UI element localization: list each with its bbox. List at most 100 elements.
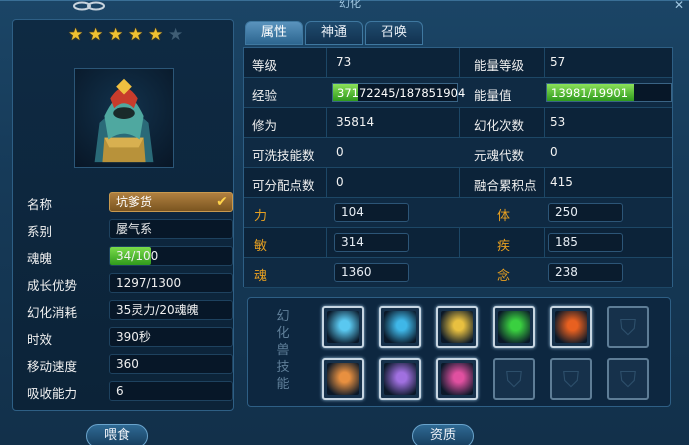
skill-slot[interactable]: ⛉ (607, 306, 649, 348)
stat-label-right: 念 (497, 269, 511, 284)
stat-value: 57 (550, 55, 566, 69)
skill-slot[interactable]: ⛉ (607, 358, 649, 400)
star-filled-icon: ★ (68, 25, 84, 45)
skill-slot[interactable]: ⛉ (550, 358, 592, 400)
skill-slot[interactable] (322, 306, 364, 348)
chain-icon (73, 1, 105, 11)
wind-vortex-icon (327, 311, 359, 343)
stat-label-right: 体 (497, 209, 511, 224)
duration-label: 时效 (27, 332, 53, 347)
window-title: 幻化 (339, 0, 361, 10)
stats-row: 力 体 104 250 (244, 198, 672, 228)
water-swirl-icon (384, 311, 416, 343)
school-label: 系别 (27, 224, 53, 239)
stat-value-box: 185 (548, 233, 623, 252)
speed-value: 360 (109, 354, 233, 374)
stats-row: 敏 疾 314 185 (244, 228, 672, 258)
cost-label: 幻化消耗 (27, 305, 78, 320)
duration-row: 时效 390秒 (25, 327, 233, 347)
purple-mask-icon (384, 363, 416, 395)
skill-slot[interactable] (436, 358, 478, 400)
stats-row: 魂 念 1360 238 (244, 258, 672, 288)
pet-info-panel: ★ ★ ★ ★ ★ ★ 名称 坑爹货 ✔ 系别 屡气系 魂魄 34/100 成长… (12, 19, 234, 411)
name-row: 名称 坑爹货 ✔ (25, 192, 233, 212)
empty-shield-icon: ⛉ (562, 368, 580, 393)
empty-shield-icon: ⛉ (619, 316, 637, 341)
golden-strike-icon (441, 311, 473, 343)
cost-value: 35灵力/20魂魄 (109, 300, 233, 320)
name-field[interactable]: 坑爹货 ✔ (109, 192, 233, 212)
school-value: 屡气系 (109, 219, 233, 239)
soul-value-text: 34/100 (116, 249, 159, 263)
star-filled-icon: ★ (148, 25, 164, 45)
absorb-label: 吸收能力 (27, 386, 78, 401)
pink-flame-icon (441, 363, 473, 395)
skills-title: 幻化兽技能 (276, 309, 290, 392)
skill-slot[interactable] (379, 306, 421, 348)
rune-burst-icon (327, 363, 359, 395)
growth-label: 成长优势 (27, 278, 78, 293)
green-slash-icon (498, 311, 530, 343)
absorb-row: 吸收能力 6 (25, 381, 233, 401)
feed-button[interactable]: 喂食 (86, 424, 148, 445)
tab-abilities[interactable]: 神通 (305, 21, 363, 45)
stat-label-right: 元魂代数 (474, 148, 525, 163)
stat-label-left: 可洗技能数 (252, 148, 315, 163)
school-value-text: 屡气系 (116, 222, 153, 236)
skill-slot[interactable] (493, 306, 535, 348)
skill-slot[interactable] (379, 358, 421, 400)
tab-attributes[interactable]: 属性 (245, 21, 303, 45)
stat-value-box: 104 (334, 203, 409, 222)
energy-value: 13981/19901 (551, 86, 629, 100)
stat-value: 73 (336, 55, 352, 69)
stat-value: 415 (550, 175, 573, 189)
absorb-value-text: 6 (116, 384, 124, 398)
skill-slot[interactable] (550, 306, 592, 348)
pet-avatar-image (94, 78, 154, 163)
stats-row: 可洗技能数 元魂代数 0 0 (244, 138, 672, 168)
skill-slot[interactable] (322, 358, 364, 400)
fire-claw-icon (555, 311, 587, 343)
experience-value: 37172245/187851904 (337, 86, 466, 100)
pet-name-value: 坑爹货 (116, 195, 153, 209)
speed-row: 移动速度 360 (25, 354, 233, 374)
experience-bar: 37172245/187851904 (332, 83, 465, 102)
skill-slot[interactable] (436, 306, 478, 348)
energy-bar: 13981/19901 (546, 83, 672, 102)
stat-value: 0 (550, 145, 558, 159)
speed-label: 移动速度 (27, 359, 78, 374)
stat-label-right: 能量等级 (474, 58, 525, 73)
duration-value: 390秒 (109, 327, 233, 347)
confirm-check-icon[interactable]: ✔ (214, 194, 230, 210)
qualification-button[interactable]: 资质 (412, 424, 474, 445)
stat-value: 53 (550, 115, 566, 129)
stat-label-left: 可分配点数 (252, 178, 315, 193)
close-icon[interactable]: ✕ (671, 0, 687, 11)
stat-value-box: 1360 (334, 263, 409, 282)
soul-bar: 34/100 (109, 246, 233, 266)
tab-bar: 属性 神通 召唤 (245, 21, 423, 45)
skill-slot[interactable]: ⛉ (493, 358, 535, 400)
stat-label-left: 敏 (254, 239, 268, 254)
stat-label-right: 幻化次数 (474, 118, 525, 133)
stat-value: 0 (336, 175, 344, 189)
stats-table: 等级 能量等级 73 57 经验 能量值 37172245/187851904 13981/1… (243, 47, 673, 288)
stat-value-box: 314 (334, 233, 409, 252)
cost-row: 幻化消耗 35灵力/20魂魄 (25, 300, 233, 320)
skills-panel: 幻化兽技能 ⛉ ⛉ ⛉ ⛉ (247, 297, 671, 407)
tab-summon[interactable]: 召唤 (365, 21, 423, 45)
star-rating: ★ ★ ★ ★ ★ ★ (68, 27, 185, 45)
stat-label-left: 经验 (252, 88, 278, 103)
speed-value-text: 360 (116, 357, 139, 371)
stat-value-box: 238 (548, 263, 623, 282)
stats-row: 修为 幻化次数 35814 53 (244, 108, 672, 138)
name-label: 名称 (27, 197, 53, 212)
stat-value: 35814 (336, 115, 375, 129)
cost-value-text: 35灵力/20魂魄 (116, 303, 199, 317)
stat-value-box: 250 (548, 203, 623, 222)
stat-label-left: 力 (254, 209, 268, 224)
school-row: 系别 屡气系 (25, 219, 233, 239)
empty-shield-icon: ⛉ (619, 368, 637, 393)
stat-label-left: 修为 (252, 118, 278, 133)
growth-value: 1297/1300 (109, 273, 233, 293)
